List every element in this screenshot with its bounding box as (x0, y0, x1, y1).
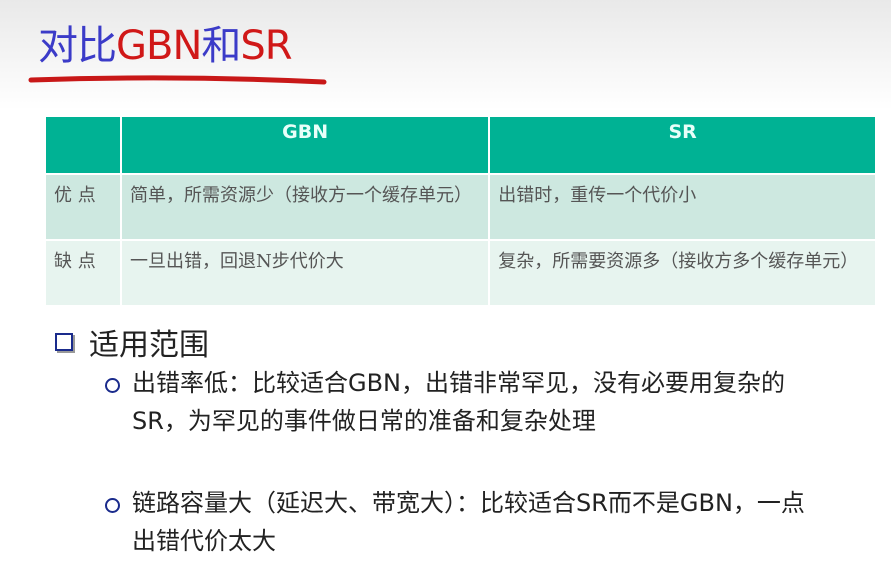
bullet-text: 链路容量大（延迟大、带宽大）：比较适合SR而不是GBN，一点出错代价太大 (132, 489, 805, 555)
square-bullet-icon (55, 333, 73, 351)
section-heading: 适用范围 (55, 320, 209, 364)
table-header: GBN SR (44, 115, 877, 175)
cell-sr: 复杂，所需要资源多（接收方多个缓存单元） (488, 239, 877, 307)
title-text: 和 (201, 23, 241, 69)
circle-bullet-icon (105, 498, 120, 513)
row-label: 缺 点 (44, 239, 122, 307)
header-cell (44, 115, 122, 175)
header-sr: SR (488, 115, 877, 175)
title-underline (28, 75, 327, 85)
cell-gbn: 一旦出错，回退N步代价大 (119, 239, 491, 307)
row-label: 优 点 (44, 173, 122, 241)
slide-title: 对比GBN和SR (38, 18, 293, 74)
title-sr: SR (240, 23, 292, 69)
comparison-table: GBN SR 优 点 简单，所需资源少（接收方一个缓存单元） 出错时，重传一个代… (44, 115, 877, 307)
title-text: 对比 (38, 23, 117, 69)
section-heading-text: 适用范围 (89, 328, 209, 363)
bullet-text: 出错率低：比较适合GBN，出错非常罕见，没有必要用复杂的SR，为罕见的事件做日常… (132, 369, 786, 435)
title-gbn: GBN (116, 23, 202, 69)
circle-bullet-icon (105, 378, 120, 393)
table-row: 优 点 简单，所需资源少（接收方一个缓存单元） 出错时，重传一个代价小 (44, 173, 877, 241)
list-item: 链路容量大（延迟大、带宽大）：比较适合SR而不是GBN，一点出错代价太大 (105, 484, 825, 560)
header-gbn: GBN (119, 115, 491, 175)
cell-sr: 出错时，重传一个代价小 (488, 173, 877, 241)
list-item: 出错率低：比较适合GBN，出错非常罕见，没有必要用复杂的SR，为罕见的事件做日常… (105, 364, 825, 440)
table-row: 缺 点 一旦出错，回退N步代价大 复杂，所需要资源多（接收方多个缓存单元） (44, 239, 877, 307)
cell-gbn: 简单，所需资源少（接收方一个缓存单元） (119, 173, 491, 241)
